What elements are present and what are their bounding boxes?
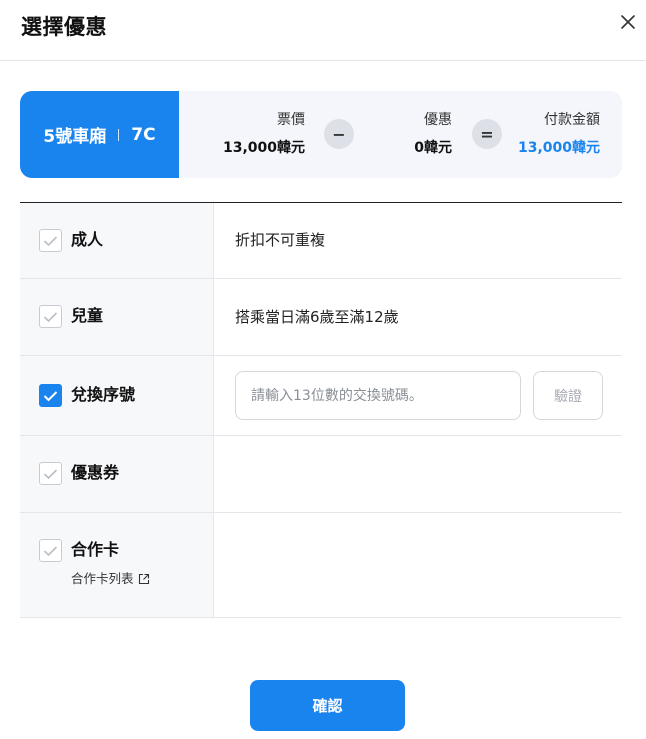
row-divider bbox=[20, 278, 622, 279]
seat-number: 7C bbox=[131, 124, 156, 145]
serial-label: 兌換序號 bbox=[71, 385, 136, 404]
minus-symbol: − bbox=[332, 124, 346, 144]
row-divider bbox=[20, 617, 622, 618]
equals-symbol: = bbox=[480, 124, 494, 144]
close-icon bbox=[621, 15, 635, 29]
total-block: 付款金額 13,000韓元 bbox=[500, 111, 600, 157]
check-icon bbox=[43, 545, 58, 556]
total-label: 付款金額 bbox=[544, 112, 600, 128]
adult-checkbox[interactable] bbox=[39, 229, 62, 252]
coupon-checkbox[interactable] bbox=[39, 462, 62, 485]
total-value: 13,000韓元 bbox=[517, 140, 600, 156]
fare-block: 票價 13,000韓元 bbox=[205, 111, 305, 157]
car-number: 5號車廂 bbox=[43, 127, 107, 147]
fare-value: 13,000韓元 bbox=[222, 140, 305, 156]
discount-label: 優惠 bbox=[424, 112, 452, 128]
partner-card-checkbox[interactable] bbox=[39, 539, 62, 562]
discount-value: 0韓元 bbox=[414, 140, 452, 156]
partner-card-label: 合作卡 bbox=[71, 540, 120, 559]
serial-number-input[interactable] bbox=[235, 371, 521, 420]
child-description: 搭乘當日滿6歲至滿12歲 bbox=[235, 308, 399, 326]
check-icon bbox=[43, 235, 58, 246]
modal-title: 選擇優惠 bbox=[21, 15, 107, 39]
seat-badge: 5號車廂 7C bbox=[20, 91, 179, 178]
minus-icon: − bbox=[324, 119, 354, 149]
modal-header: 選擇優惠 bbox=[0, 0, 646, 61]
check-icon bbox=[43, 311, 58, 322]
fare-label: 票價 bbox=[277, 112, 305, 128]
partner-card-list-link[interactable]: 合作卡列表 bbox=[71, 570, 150, 588]
adult-description: 折扣不可重複 bbox=[235, 231, 326, 249]
close-button[interactable] bbox=[616, 10, 640, 34]
serial-checkbox[interactable] bbox=[39, 384, 62, 407]
child-label: 兒童 bbox=[71, 306, 104, 325]
adult-label: 成人 bbox=[71, 230, 104, 249]
seat-separator bbox=[118, 128, 120, 141]
external-link-icon bbox=[138, 573, 149, 585]
partner-card-list-text: 合作卡列表 bbox=[71, 571, 134, 586]
row-divider bbox=[20, 435, 622, 436]
equals-icon: = bbox=[472, 119, 502, 149]
discount-block: 優惠 0韓元 bbox=[372, 111, 452, 157]
verify-button[interactable]: 驗證 bbox=[533, 371, 603, 420]
check-icon bbox=[43, 468, 58, 479]
child-checkbox[interactable] bbox=[39, 305, 62, 328]
coupon-label: 優惠券 bbox=[71, 463, 120, 482]
check-icon bbox=[43, 390, 58, 401]
confirm-button[interactable]: 確認 bbox=[250, 680, 405, 731]
row-divider bbox=[20, 512, 622, 513]
row-divider bbox=[20, 355, 622, 356]
